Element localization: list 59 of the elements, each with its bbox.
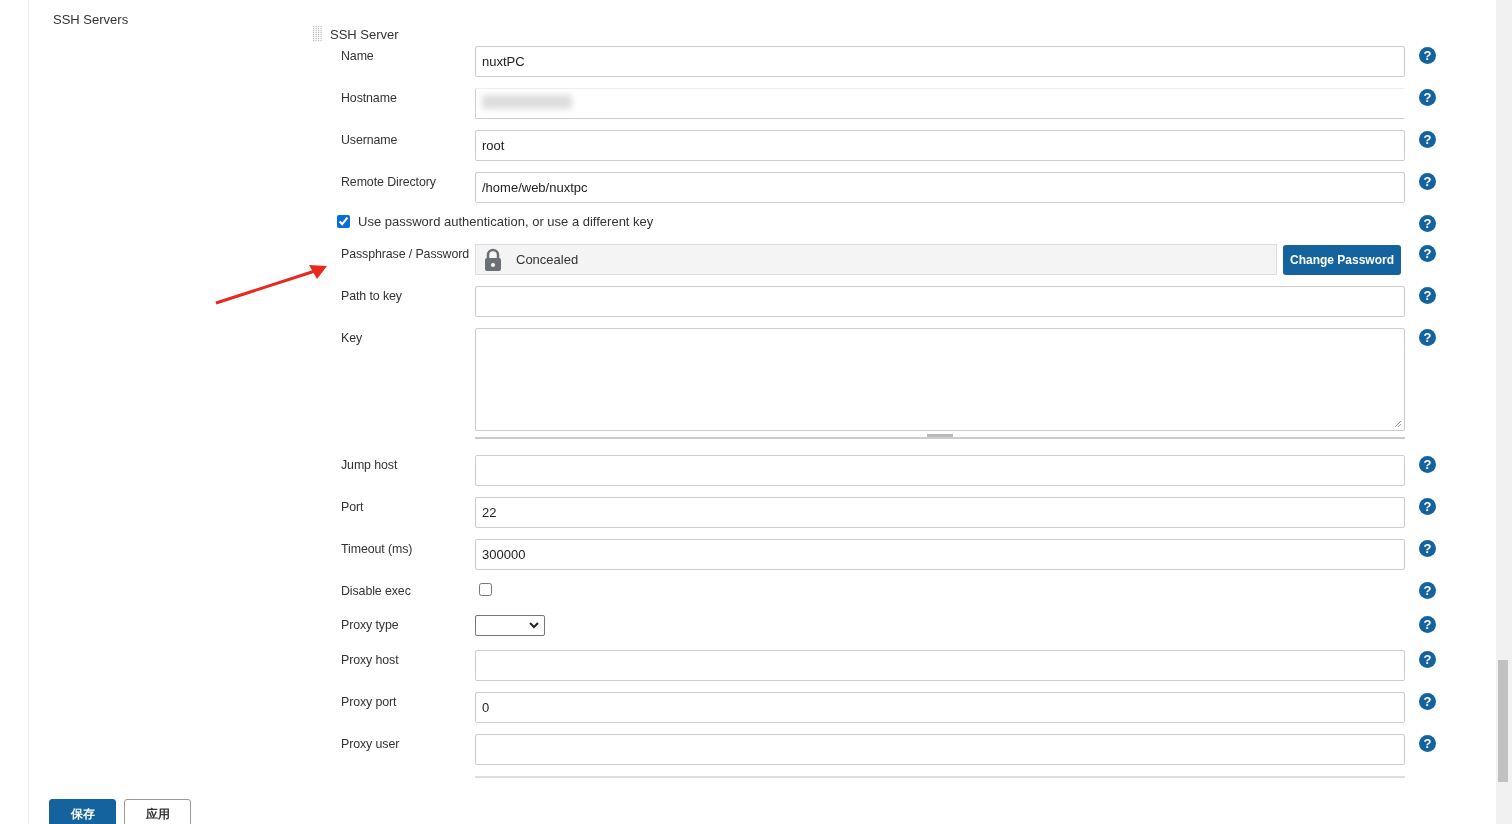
field-label: Key (341, 330, 364, 345)
checkbox[interactable] (337, 215, 350, 228)
help-icon[interactable]: ? (1419, 173, 1436, 190)
scrollbar[interactable] (1496, 0, 1512, 824)
field-label: Hostname (341, 90, 398, 105)
checkbox-label: Use password authentication, or use a different key (358, 214, 654, 229)
save-button[interactable]: 保存 (49, 799, 116, 824)
drag-handle-icon[interactable] (313, 26, 323, 42)
apply-button[interactable]: 应用 (124, 799, 191, 824)
field-label: Timeout (ms) (341, 541, 414, 556)
resize-grip-icon[interactable] (1394, 420, 1402, 428)
input-field[interactable] (475, 734, 1405, 765)
help-icon[interactable]: ? (1419, 215, 1436, 232)
input-field[interactable]: 22 (475, 497, 1405, 528)
change-password-button[interactable]: Change Password (1282, 244, 1401, 275)
section-title: SSH Server (330, 26, 399, 42)
resize-handle[interactable] (927, 434, 953, 437)
field-label: Username (341, 132, 399, 147)
password-field[interactable]: Concealed (475, 244, 1277, 275)
help-icon[interactable]: ? (1419, 616, 1436, 633)
field-label: Proxy host (341, 652, 400, 667)
field-label: Proxy port (341, 694, 398, 709)
help-icon[interactable]: ? (1419, 582, 1436, 599)
help-icon[interactable]: ? (1419, 456, 1436, 473)
field-label: Path to key (341, 288, 403, 303)
field-label: Proxy type (341, 617, 400, 632)
input-field[interactable]: /home/web/nuxtpc (475, 172, 1405, 203)
lock-icon (484, 247, 502, 272)
section-label: SSH Servers (53, 12, 129, 27)
field-label: Remote Directory (341, 174, 437, 189)
field-label: Proxy user (341, 736, 401, 751)
input-field[interactable]: root (475, 130, 1405, 161)
field-label: Disable exec (341, 583, 412, 598)
help-icon[interactable]: ? (1419, 693, 1436, 710)
input-field[interactable]: nuxtPC (475, 46, 1405, 77)
text-area[interactable] (475, 328, 1405, 431)
dropdown[interactable] (475, 615, 545, 636)
field-label: Port (341, 499, 365, 514)
field-label: Passphrase / Password (341, 246, 471, 261)
help-icon[interactable]: ? (1419, 131, 1436, 148)
help-icon[interactable]: ? (1419, 287, 1436, 304)
help-icon[interactable]: ? (1419, 651, 1436, 668)
help-icon[interactable]: ? (1419, 329, 1436, 346)
help-icon[interactable]: ? (1419, 540, 1436, 557)
input-field[interactable]: 0 (475, 692, 1405, 723)
chevron-down-icon (529, 622, 539, 629)
input-field[interactable] (475, 650, 1405, 681)
checkbox[interactable] (479, 583, 492, 596)
field-label: Jump host (341, 457, 399, 472)
help-icon[interactable]: ? (1419, 735, 1436, 752)
help-icon[interactable]: ? (1419, 245, 1436, 262)
help-icon[interactable]: ? (1419, 47, 1436, 64)
help-icon[interactable]: ? (1419, 498, 1436, 515)
input-field[interactable] (475, 455, 1405, 486)
field-label: Name (341, 48, 375, 63)
help-icon[interactable]: ? (1419, 89, 1436, 106)
input-field[interactable] (475, 286, 1405, 317)
input-field[interactable]: 300000 (475, 539, 1405, 570)
scrollbar-thumb[interactable] (1498, 660, 1508, 782)
